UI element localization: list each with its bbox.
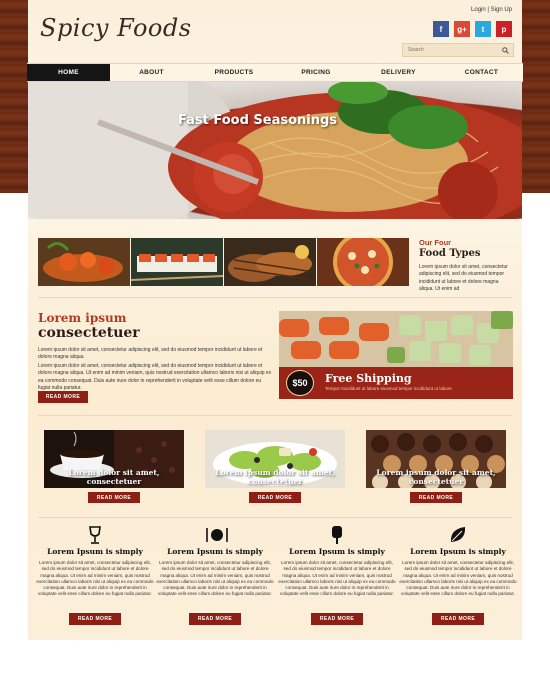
hero-banner: Fast Food Seasonings bbox=[28, 82, 522, 219]
wine-glass-icon bbox=[85, 525, 105, 545]
search-icon[interactable] bbox=[499, 44, 511, 56]
card-read-more-button[interactable]: READ MORE bbox=[88, 492, 140, 503]
feature-title: Lorem Ipsum is simply bbox=[167, 547, 263, 556]
food-photo-pizza[interactable] bbox=[317, 238, 409, 286]
nav-products[interactable]: PRODUCTS bbox=[193, 64, 275, 81]
nav-pricing[interactable]: PRICING bbox=[275, 64, 357, 81]
card-caption: Lorem ipsum dolor sit amet, consectetuer bbox=[215, 468, 335, 486]
facebook-icon[interactable]: f bbox=[433, 21, 449, 37]
food-photo-grill[interactable] bbox=[224, 238, 316, 286]
auth-separator: | bbox=[487, 7, 489, 13]
feature-title: Lorem Ipsum is simply bbox=[289, 547, 385, 556]
plate-cutlery-icon bbox=[205, 525, 228, 545]
nav-home[interactable]: HOME bbox=[27, 64, 110, 81]
section-divider bbox=[38, 297, 512, 298]
card-coffee[interactable]: Lorem dolor sit amet, consectetuer bbox=[44, 430, 184, 488]
intro-subtitle: Lorem ipsum bbox=[38, 311, 127, 325]
main-nav: HOME ABOUT PRODUCTS PRICING DELIVERY CON… bbox=[27, 63, 523, 82]
site-logo[interactable]: Spicy Foods bbox=[40, 14, 192, 42]
card-caption: Lorem dolor sit amet, consectetuer bbox=[68, 468, 160, 486]
feature-read-more-button[interactable]: READ MORE bbox=[69, 613, 121, 625]
wood-border-right bbox=[522, 0, 550, 193]
food-photo-tomatoes[interactable] bbox=[38, 238, 130, 286]
feature-read-more-button[interactable]: READ MORE bbox=[189, 613, 241, 625]
feature-text: Lorem ipsum dolor sit amet, consectetur … bbox=[278, 560, 396, 597]
nav-contact[interactable]: CONTACT bbox=[440, 64, 523, 81]
wood-border-left bbox=[0, 0, 28, 193]
feature-read-more-button[interactable]: READ MORE bbox=[432, 613, 484, 625]
signup-link[interactable]: Sign Up bbox=[491, 7, 512, 13]
food-types-gallery bbox=[38, 238, 409, 286]
google-plus-icon[interactable]: g+ bbox=[454, 21, 470, 37]
search-box bbox=[402, 43, 514, 57]
card-chocolates[interactable]: Lorem ipsum dolor sit amet, consectetuer bbox=[366, 430, 506, 488]
shipping-price-badge: $50 bbox=[286, 370, 314, 396]
shipping-text: Tempor Incididunt ut labore eiusmod temp… bbox=[325, 386, 452, 391]
food-photo-sushi[interactable] bbox=[131, 238, 223, 286]
food-types-subtitle: Our Four bbox=[419, 238, 452, 247]
feature-text: Lorem ipsum dolor sit amet, consectetur … bbox=[36, 560, 154, 597]
feature-read-more-button[interactable]: READ MORE bbox=[311, 613, 363, 625]
search-input[interactable] bbox=[403, 47, 499, 53]
auth-links: Login | Sign Up bbox=[471, 7, 512, 13]
page-container: Spicy Foods Login | Sign Up f g+ t p HOM… bbox=[27, 0, 523, 640]
pinterest-icon[interactable]: p bbox=[496, 21, 512, 37]
feature-title: Lorem Ipsum is simply bbox=[47, 547, 143, 556]
twitter-icon[interactable]: t bbox=[475, 21, 491, 37]
card-salad[interactable]: Lorem ipsum dolor sit amet, consectetuer bbox=[205, 430, 345, 488]
feature-text: Lorem ipsum dolor sit amet, consectetur … bbox=[399, 560, 517, 597]
intro-title: consectetuer bbox=[38, 325, 140, 341]
card-read-more-button[interactable]: READ MORE bbox=[249, 492, 301, 503]
nav-delivery[interactable]: DELIVERY bbox=[357, 64, 440, 81]
card-read-more-button[interactable]: READ MORE bbox=[410, 492, 462, 503]
intro-paragraph-1: Lorem ipsum dolor sit amet, consectetur … bbox=[38, 347, 263, 361]
ice-pop-icon bbox=[327, 525, 347, 545]
card-caption: Lorem ipsum dolor sit amet, consectetuer bbox=[376, 468, 496, 486]
feature-title: Lorem Ipsum is simply bbox=[410, 547, 506, 556]
section-divider bbox=[38, 517, 512, 518]
feature-text: Lorem ipsum dolor sit amet, consectetur … bbox=[156, 560, 274, 597]
vegetables-image bbox=[279, 311, 513, 367]
shipping-title: Free Shipping bbox=[325, 372, 412, 385]
hero-pasta-image bbox=[28, 82, 522, 219]
login-link[interactable]: Login bbox=[471, 7, 486, 13]
intro-read-more-button[interactable]: READ MORE bbox=[38, 391, 88, 403]
section-divider bbox=[38, 415, 512, 416]
social-links: f g+ t p bbox=[433, 21, 512, 37]
hero-title: Fast Food Seasonings bbox=[178, 113, 338, 128]
food-types-text: Lorem ipsum dolor sit amet, consectetur … bbox=[419, 264, 508, 292]
intro-paragraph-2: Lorem ipsum dolor sit amet, consectetur … bbox=[38, 363, 272, 392]
leaf-icon bbox=[448, 525, 468, 545]
nav-about[interactable]: ABOUT bbox=[110, 64, 193, 81]
food-types-title: Food Types bbox=[419, 248, 481, 259]
free-shipping-banner[interactable]: $50 Free Shipping Tempor Incididunt ut l… bbox=[279, 367, 513, 399]
